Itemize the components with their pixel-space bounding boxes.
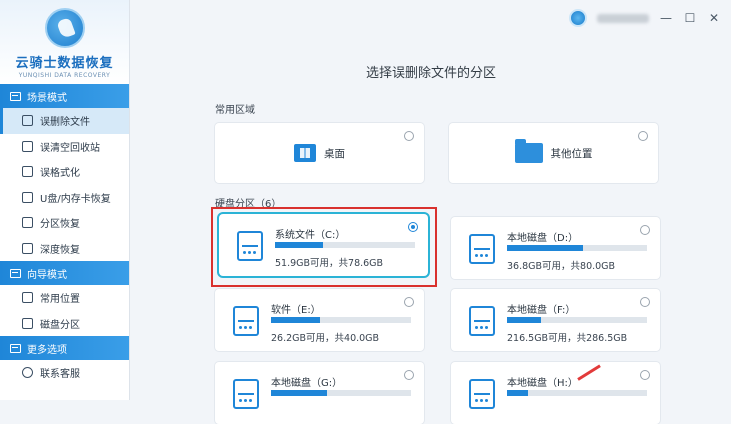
hard-drive-icon <box>469 379 495 409</box>
usage-bar-fill <box>507 245 583 251</box>
usage-bar <box>271 317 411 323</box>
sidebar-item-label: 误格式化 <box>40 168 80 180</box>
radio-button[interactable] <box>638 131 648 141</box>
hard-drive-icon <box>233 306 259 336</box>
drive-size: 216.5GB可用，共286.5GB <box>507 333 628 344</box>
menu-icon <box>10 343 21 353</box>
section-scene-mode[interactable]: 场景模式 <box>0 84 129 108</box>
desktop-icon <box>294 144 316 162</box>
section-title: 更多选项 <box>27 344 67 356</box>
hard-drive-icon <box>469 306 495 336</box>
sidebar-item-deleted-files[interactable]: 误删除文件 <box>0 108 129 134</box>
drive-name: 软件（E:） <box>271 305 321 316</box>
usage-bar-fill <box>507 390 528 396</box>
user-name-blurred <box>597 13 649 23</box>
folder-icon <box>514 139 543 163</box>
selection-highlight-box <box>211 207 437 287</box>
drive-name: 本地磁盘（H:） <box>507 378 578 389</box>
scene-mode-icon <box>10 91 21 101</box>
sidebar-item-label: 误清空回收站 <box>40 142 100 154</box>
location-label: 其他位置 <box>550 147 593 160</box>
sidebar-item-support[interactable]: 联系客服 <box>0 360 129 386</box>
hard-drive-icon <box>469 234 495 264</box>
drive-card-g[interactable]: 本地磁盘（G:） <box>215 362 424 424</box>
sidebar-item-disk-partition[interactable]: 磁盘分区 <box>0 311 129 337</box>
drive-card-f[interactable]: 本地磁盘（F:） 216.5GB可用，共286.5GB <box>451 289 660 351</box>
drive-card-d[interactable]: 本地磁盘（D:） 36.8GB可用，共80.0GB <box>451 217 660 279</box>
section-more-options[interactable]: 更多选项 <box>0 336 129 360</box>
usage-bar-fill <box>507 317 541 323</box>
drive-size: 26.2GB可用，共40.0GB <box>271 333 380 344</box>
app-title: 云骑士数据恢复 <box>15 56 114 71</box>
sidebar-item-label: 分区恢复 <box>40 219 80 231</box>
drive-name: 本地磁盘（D:） <box>507 233 579 244</box>
sidebar-item-label: 磁盘分区 <box>40 319 80 331</box>
drive-name: 本地磁盘（G:） <box>271 378 343 389</box>
sidebar-item-label: 常用位置 <box>40 294 80 306</box>
recycle-bin-icon <box>22 140 33 152</box>
drive-card-e[interactable]: 软件（E:） 26.2GB可用，共40.0GB <box>215 289 424 351</box>
sidebar-item-label: 误删除文件 <box>40 117 90 129</box>
wizard-mode-icon <box>10 268 21 278</box>
usage-bar-fill <box>271 390 327 396</box>
sidebar-item-label: U盘/内存卡恢复 <box>40 193 111 205</box>
sidebar-item-common-location[interactable]: 常用位置 <box>0 285 129 311</box>
usb-icon <box>22 191 33 203</box>
usage-bar <box>507 390 647 396</box>
usage-bar <box>507 245 647 251</box>
usage-bar-fill <box>271 317 320 323</box>
file-icon <box>22 115 33 127</box>
sidebar: 云骑士数据恢复 YUNQISHI DATA RECOVERY 场景模式 误删除文… <box>0 0 130 400</box>
hard-drive-icon <box>233 379 259 409</box>
minimize-button[interactable]: — <box>659 11 673 25</box>
location-label: 桌面 <box>324 147 345 160</box>
radio-button[interactable] <box>640 370 650 380</box>
location-card-other[interactable]: 其他位置 <box>449 123 658 183</box>
sidebar-item-format[interactable]: 误格式化 <box>0 159 129 185</box>
sidebar-item-deep[interactable]: 深度恢复 <box>0 236 129 262</box>
sidebar-item-recycle-bin[interactable]: 误清空回收站 <box>0 134 129 160</box>
sidebar-item-partition[interactable]: 分区恢复 <box>0 210 129 236</box>
logo-area: 云骑士数据恢复 YUNQISHI DATA RECOVERY <box>0 0 129 84</box>
maximize-button[interactable]: ☐ <box>683 11 697 25</box>
drive-size: 36.8GB可用，共80.0GB <box>507 261 616 272</box>
headset-icon <box>22 367 33 379</box>
radio-button[interactable] <box>640 225 650 235</box>
close-button[interactable]: ✕ <box>707 11 721 25</box>
app-subtitle: YUNQISHI DATA RECOVERY <box>18 72 111 79</box>
usage-bar <box>271 390 411 396</box>
location-icon <box>22 292 33 304</box>
avatar[interactable] <box>569 9 587 27</box>
radio-button[interactable] <box>404 131 414 141</box>
radio-button[interactable] <box>404 297 414 307</box>
partition-icon <box>22 217 33 229</box>
app-logo-icon <box>44 8 85 48</box>
drive-name: 本地磁盘（F:） <box>507 305 576 316</box>
radio-button[interactable] <box>640 297 650 307</box>
page-title: 选择误删除文件的分区 <box>365 66 496 81</box>
drive-card-h[interactable]: 本地磁盘（H:） <box>451 362 660 424</box>
disk-icon <box>22 317 33 329</box>
section-title: 向导模式 <box>27 269 67 281</box>
common-area-label: 常用区域 <box>215 105 255 116</box>
section-title: 场景模式 <box>27 92 67 104</box>
format-icon <box>22 166 33 178</box>
title-bar: — ☐ ✕ <box>131 0 731 36</box>
deep-scan-icon <box>22 242 33 254</box>
sidebar-item-label: 深度恢复 <box>40 244 80 256</box>
sidebar-item-usb[interactable]: U盘/内存卡恢复 <box>0 185 129 211</box>
section-wizard-mode[interactable]: 向导模式 <box>0 261 129 285</box>
usage-bar <box>507 317 647 323</box>
radio-button[interactable] <box>404 370 414 380</box>
sidebar-item-label: 联系客服 <box>40 369 80 381</box>
location-card-desktop[interactable]: 桌面 <box>215 123 424 183</box>
